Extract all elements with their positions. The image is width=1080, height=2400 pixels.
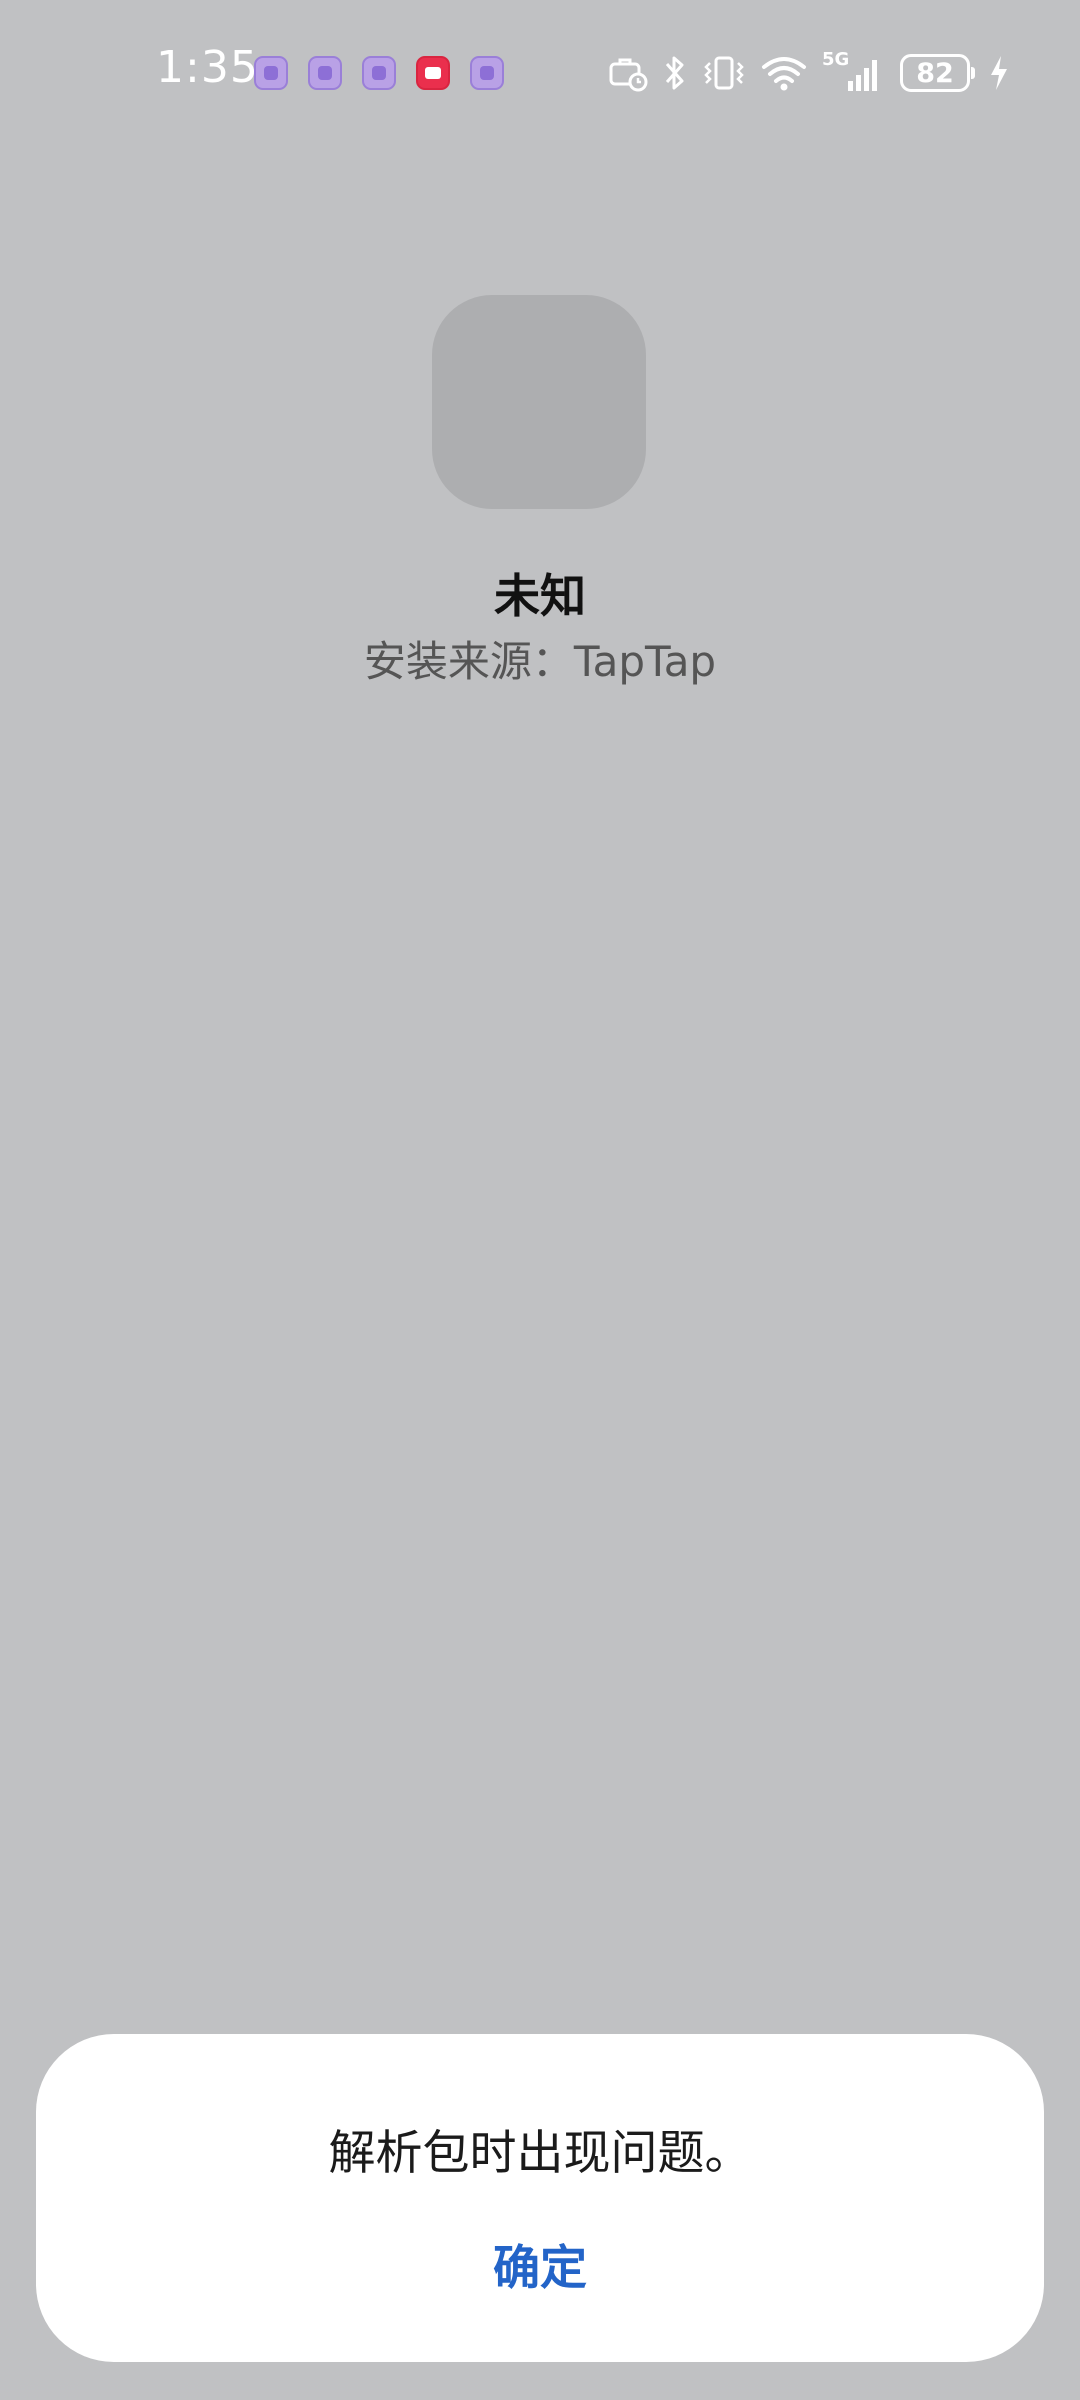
battery-icon: 82 bbox=[900, 54, 975, 92]
cellular-signal-icon: 5G bbox=[822, 49, 886, 93]
dialog-message: 解析包时出现问题。 bbox=[328, 2126, 752, 2181]
system-icons: 5G 82 bbox=[608, 49, 1010, 96]
vibrate-icon bbox=[702, 53, 746, 93]
mail-notification-icon bbox=[416, 56, 450, 90]
error-dialog: 解析包时出现问题。 确定 bbox=[36, 2034, 1044, 2362]
status-time: 1:35 bbox=[156, 42, 259, 93]
bluetooth-icon bbox=[662, 53, 688, 93]
status-bar: 1:35 5G 82 bbox=[0, 0, 1080, 150]
app-notification-icon bbox=[470, 56, 504, 90]
app-notification-icon bbox=[362, 56, 396, 90]
app-notification-icon bbox=[254, 56, 288, 90]
notification-icons bbox=[254, 56, 504, 90]
app-icon-placeholder bbox=[432, 295, 646, 509]
work-profile-icon bbox=[608, 53, 648, 93]
install-source-label: 安装来源：TapTap bbox=[363, 637, 717, 686]
wifi-icon bbox=[760, 53, 808, 93]
app-notification-icon bbox=[308, 56, 342, 90]
charging-icon bbox=[988, 53, 1010, 93]
app-name: 未知 bbox=[494, 569, 586, 623]
confirm-button[interactable]: 确定 bbox=[390, 2218, 690, 2308]
